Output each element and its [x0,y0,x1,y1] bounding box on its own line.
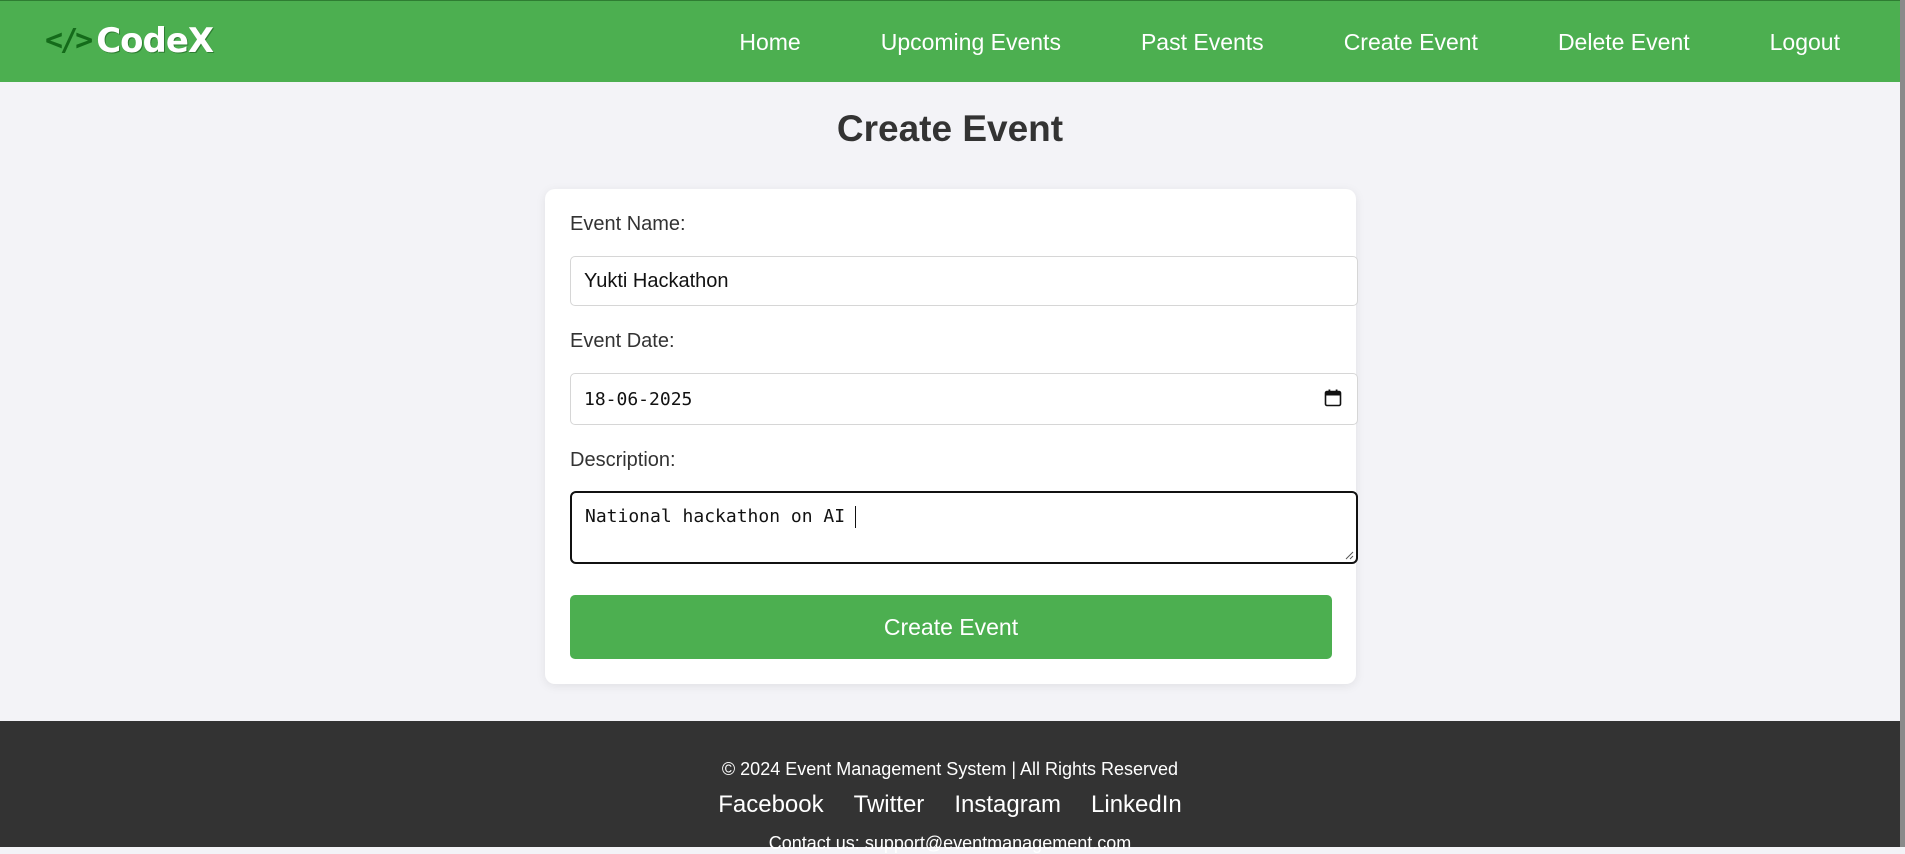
facebook-link[interactable]: Facebook [718,791,823,819]
event-date-value: 18-06-2025 [584,388,693,410]
description-textarea[interactable]: National hackathon on AI [570,491,1358,564]
nav-create-event[interactable]: Create Event [1344,29,1478,56]
nav-logout[interactable]: Logout [1770,29,1840,56]
social-links: Facebook Twitter Instagram LinkedIn [0,791,1900,819]
brand-name: CodeX [96,21,214,61]
event-name-input[interactable]: Yukti Hackathon [570,256,1358,306]
event-date-label: Event Date: [570,330,675,352]
scrollbar[interactable] [1900,0,1905,847]
event-name-label: Event Name: [570,213,686,235]
calendar-icon[interactable] [1324,389,1342,407]
nav-links: Home Upcoming Events Past Events Create … [659,1,1840,83]
create-event-button[interactable]: Create Event [570,595,1332,659]
twitter-link[interactable]: Twitter [854,791,925,819]
nav-delete-event[interactable]: Delete Event [1558,29,1690,56]
contact-text: Contact us: support@eventmanagement.com [768,833,1132,853]
event-date-input[interactable]: 18-06-2025 [570,373,1358,425]
page-title: Create Event [836,108,1064,149]
instagram-link[interactable]: Instagram [954,791,1061,819]
copyright-text: © 2024 Event Management System | All Rig… [721,759,1179,779]
footer: © 2024 Event Management System | All Rig… [0,721,1900,853]
resize-handle-icon[interactable] [1344,550,1354,560]
linkedin-link[interactable]: LinkedIn [1091,791,1182,819]
code-icon: </> [45,23,93,58]
create-event-form: Event Name: Yukti Hackathon Event Date: … [545,189,1358,684]
description-value: National hackathon on AI [585,506,846,527]
description-label: Description: [570,449,676,471]
event-name-value: Yukti Hackathon [584,269,729,292]
text-caret [855,506,857,528]
nav-upcoming-events[interactable]: Upcoming Events [881,29,1061,56]
nav-home[interactable]: Home [739,29,800,56]
brand-logo[interactable]: </> CodeX [45,19,214,63]
navbar: </> CodeX Home Upcoming Events Past Even… [0,0,1900,82]
nav-past-events[interactable]: Past Events [1141,29,1264,56]
